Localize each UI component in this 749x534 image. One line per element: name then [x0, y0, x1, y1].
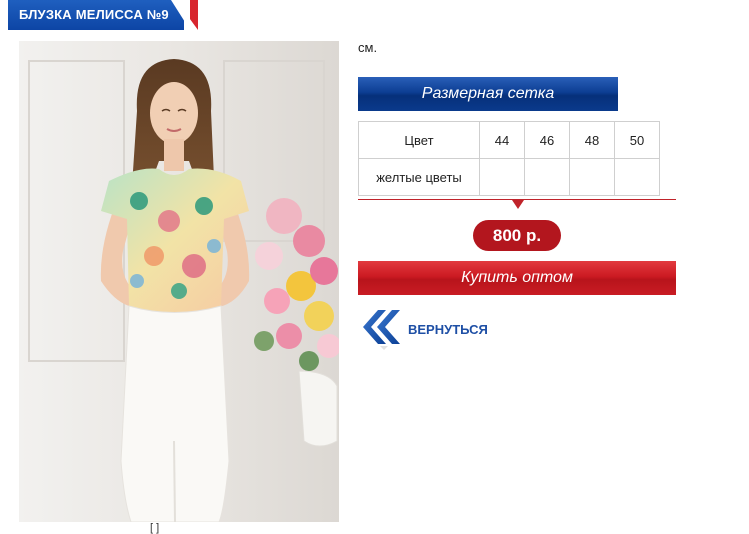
product-photo-illustration: [19, 41, 339, 522]
size-chart-button[interactable]: Размерная сетка: [358, 77, 618, 111]
product-title-ribbon: БЛУЗКА МЕЛИССА №9: [8, 0, 198, 30]
size-table-header-48: 48: [569, 121, 615, 159]
table-row: желтые цветы: [358, 158, 660, 196]
size-table-cell-50[interactable]: [614, 158, 660, 196]
product-photo[interactable]: [19, 41, 339, 522]
double-chevron-left-icon: [363, 310, 400, 350]
size-table-cell-44[interactable]: [479, 158, 525, 196]
price-badge: 800 р.: [473, 220, 561, 251]
size-table-header-46: 46: [524, 121, 570, 159]
back-link[interactable]: ВЕРНУТЬСЯ: [358, 306, 498, 352]
size-table-header-44: 44: [479, 121, 525, 159]
back-link-label: ВЕРНУТЬСЯ: [408, 322, 488, 337]
size-table-header-color: Цвет: [358, 121, 480, 159]
photo-caption-fragment: [ ]: [150, 522, 160, 534]
price-pointer-icon: [512, 200, 524, 209]
size-table-header-row: Цвет 44 46 48 50: [358, 121, 660, 159]
size-table-cell-46[interactable]: [524, 158, 570, 196]
buy-wholesale-button[interactable]: Купить оптом: [358, 261, 676, 295]
size-table-header-50: 50: [614, 121, 660, 159]
size-table-color-name: желтые цветы: [358, 158, 480, 196]
size-table: Цвет 44 46 48 50 желтые цветы: [358, 121, 660, 196]
size-table-cell-48[interactable]: [569, 158, 615, 196]
product-title: БЛУЗКА МЕЛИССА №9: [19, 7, 169, 22]
ribbon-white-slant: [171, 0, 190, 30]
unit-text: см.: [358, 40, 378, 55]
